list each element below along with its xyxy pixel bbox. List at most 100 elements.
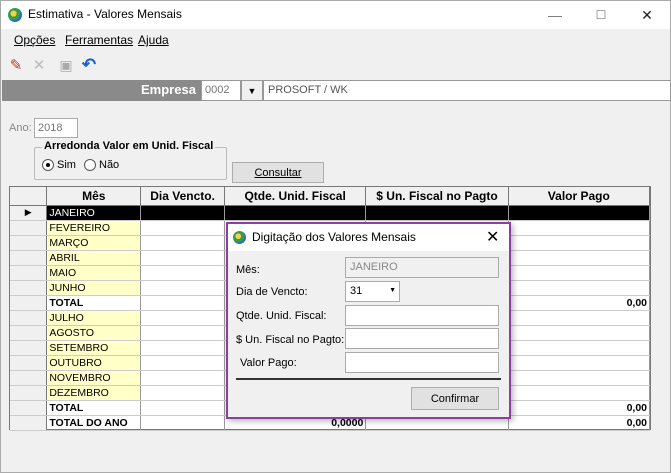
col-dia-vencto[interactable]: Dia Vencto. [140, 187, 225, 206]
cell-dia[interactable] [140, 325, 225, 341]
cell-dia[interactable] [140, 310, 225, 326]
cell-dia[interactable] [140, 385, 225, 401]
menu-ajuda[interactable]: Ajuda [138, 33, 169, 47]
col-un-fiscal[interactable]: $ Un. Fiscal no Pagto [365, 187, 509, 206]
undo-icon[interactable]: ↶ [80, 55, 98, 74]
maximize-button[interactable]: ☐ [578, 1, 624, 29]
cell-valor[interactable] [508, 370, 651, 386]
cell-dia[interactable] [140, 280, 225, 296]
radio-sim-label: Sim [57, 159, 76, 171]
toolbar: ✎ ✕ ▣ ↶ [1, 54, 670, 76]
cell-mes: TOTAL [46, 400, 142, 416]
menu-opcoes[interactable]: Opções [14, 33, 55, 47]
consultar-label: Consultar [254, 166, 302, 179]
cell-mes[interactable]: DEZEMBRO [46, 385, 142, 401]
valor-pago-field[interactable] [345, 352, 499, 373]
radio-selected-icon [42, 159, 54, 171]
cell-valor[interactable] [508, 355, 651, 371]
dialog-app-icon [233, 231, 246, 244]
cell-valor: 0,00 [508, 400, 651, 416]
empresa-dropdown-button[interactable]: ▼ [241, 80, 263, 101]
cell-mes: TOTAL [46, 295, 142, 311]
valor-pago-label: Valor Pago: [240, 357, 297, 369]
dia-vencto-select[interactable]: 31 ▼ [345, 281, 400, 302]
cell-mes[interactable]: JANEIRO [46, 205, 142, 221]
cell-mes[interactable]: MAIO [46, 265, 142, 281]
cell-mes[interactable]: MARÇO [46, 235, 142, 251]
cell-valor[interactable] [508, 385, 651, 401]
mes-field: JANEIRO [345, 257, 499, 278]
cell-dia[interactable] [140, 205, 225, 221]
dia-vencto-value: 31 [350, 285, 363, 297]
cell-mes[interactable]: FEVEREIRO [46, 220, 142, 236]
ano-label: Ano: [9, 122, 32, 134]
cell-dia[interactable] [140, 265, 225, 281]
mes-label: Mês: [236, 264, 260, 276]
dialog-close-icon[interactable]: ✕ [486, 227, 499, 247]
cell-dia [140, 400, 225, 416]
radio-sim[interactable]: Sim [42, 159, 76, 171]
cell-valor[interactable] [508, 265, 651, 281]
cell-valor: 0,00 [508, 295, 651, 311]
cell-valor: 0,00 [508, 415, 651, 431]
cell-mes[interactable]: JULHO [46, 310, 142, 326]
chevron-down-icon: ▼ [247, 85, 257, 96]
cell-mes[interactable]: ABRIL [46, 250, 142, 266]
menu-bar: Opções Ferramentas Ajuda [1, 29, 670, 51]
cell-valor[interactable] [508, 235, 651, 251]
cell-dia[interactable] [140, 220, 225, 236]
arredonda-title: Arredonda Valor em Unid. Fiscal [42, 140, 216, 152]
radio-nao-label: Não [99, 159, 120, 171]
radio-nao[interactable]: Não [84, 159, 119, 171]
col-valor-pago[interactable]: Valor Pago [508, 187, 651, 206]
cell-mes: TOTAL DO ANO [46, 415, 142, 431]
un-fiscal-field[interactable] [345, 328, 499, 349]
cell-un[interactable] [365, 205, 509, 221]
qtde-field[interactable] [345, 305, 499, 326]
cell-mes[interactable]: AGOSTO [46, 325, 142, 341]
cell-dia[interactable] [140, 235, 225, 251]
col-qtde[interactable]: Qtde. Unid. Fiscal [224, 187, 367, 206]
cell-dia[interactable] [140, 370, 225, 386]
dialog-title-bar: Digitação dos Valores Mensais ✕ [228, 224, 509, 251]
save-icon[interactable]: ▣ [57, 56, 75, 74]
consultar-button[interactable]: Consultar [232, 162, 324, 183]
cell-mes[interactable]: SETEMBRO [46, 340, 142, 356]
qtde-label: Qtde. Unid. Fiscal: [236, 310, 327, 322]
empresa-name-field: PROSOFT / WK [263, 80, 671, 101]
minimize-button[interactable]: — [532, 1, 578, 29]
cell-dia [140, 295, 225, 311]
ano-field[interactable]: 2018 [34, 118, 78, 138]
cell-valor[interactable] [508, 310, 651, 326]
cell-valor[interactable] [508, 250, 651, 266]
radio-unselected-icon [84, 159, 96, 171]
cell-mes[interactable]: OUTUBRO [46, 355, 142, 371]
close-button[interactable]: ✕ [624, 1, 670, 29]
cell-valor[interactable] [508, 280, 651, 296]
cell-valor[interactable] [508, 325, 651, 341]
window-title: Estimativa - Valores Mensais [28, 7, 182, 21]
col-mes[interactable]: Mês [46, 187, 142, 206]
cell-dia[interactable] [140, 250, 225, 266]
grid-corner [10, 187, 48, 206]
menu-ferramentas[interactable]: Ferramentas [65, 33, 133, 47]
cell-valor[interactable] [508, 220, 651, 236]
cell-qtde[interactable] [224, 205, 367, 221]
cancel-icon[interactable]: ✕ [30, 56, 48, 74]
cell-dia [140, 415, 225, 431]
cell-mes[interactable]: JUNHO [46, 280, 142, 296]
cell-mes[interactable]: NOVEMBRO [46, 370, 142, 386]
row-indicator-icon: ▶ [24, 207, 32, 217]
cell-valor[interactable] [508, 205, 651, 221]
cell-valor[interactable] [508, 340, 651, 356]
empresa-code-field[interactable]: 0002 [201, 80, 241, 101]
pencil-icon[interactable]: ✎ [7, 56, 25, 74]
dialog-title: Digitação dos Valores Mensais [252, 230, 416, 244]
dia-vencto-label: Dia de Vencto: [236, 286, 308, 298]
confirmar-button[interactable]: Confirmar [411, 387, 499, 410]
un-fiscal-label: $ Un. Fiscal no Pagto: [236, 334, 345, 346]
cell-dia[interactable] [140, 340, 225, 356]
cell-dia[interactable] [140, 355, 225, 371]
empresa-label: Empresa [141, 82, 196, 97]
table-row[interactable]: ▶ JANEIRO [10, 205, 651, 221]
